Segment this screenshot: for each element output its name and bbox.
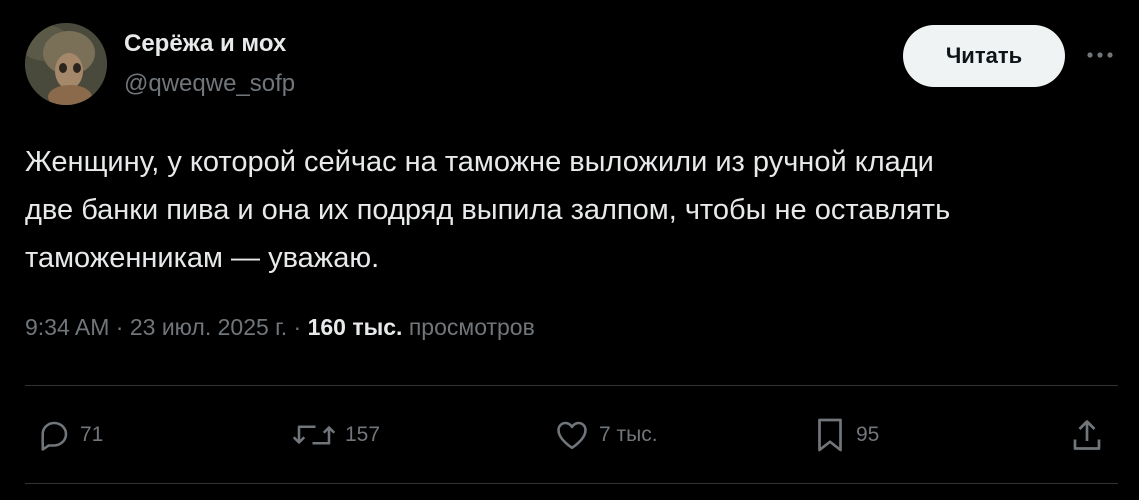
repost-icon bbox=[292, 425, 336, 445]
share-icon bbox=[1073, 420, 1101, 450]
tweet-text-line: Женщину, у которой сейчас на таможне выл… bbox=[25, 146, 934, 178]
repost-button[interactable]: 157 bbox=[291, 410, 380, 460]
user-handle[interactable]: @qweqwe_sofp bbox=[124, 70, 295, 98]
reply-button[interactable]: 71 bbox=[36, 410, 103, 460]
bookmark-icon bbox=[818, 418, 842, 452]
avatar[interactable] bbox=[25, 23, 107, 105]
bookmark-button[interactable]: 95 bbox=[812, 410, 879, 460]
like-button[interactable]: 7 тыс. bbox=[553, 410, 658, 460]
repost-count: 157 bbox=[345, 423, 381, 446]
views-count: 160 тыс. bbox=[307, 314, 403, 340]
divider bbox=[25, 385, 1118, 386]
tweet-text-line: таможенникам — уважаю. bbox=[25, 242, 380, 274]
share-button[interactable] bbox=[1069, 410, 1105, 460]
reply-icon bbox=[41, 421, 68, 451]
divider bbox=[25, 483, 1118, 484]
views-label: просмотров bbox=[402, 314, 535, 340]
meta-separator: · bbox=[109, 314, 130, 340]
meta-separator: · bbox=[287, 314, 308, 340]
timestamp-date[interactable]: 23 июл. 2025 г. bbox=[130, 314, 287, 340]
tweet-text-line: две банки пива и она их подряд выпила за… bbox=[25, 194, 951, 226]
follow-button[interactable]: Читать bbox=[903, 25, 1065, 87]
tweet: Серёжа и мох @qweqwe_sofp Читать Женщину… bbox=[0, 0, 1139, 500]
timestamp-time[interactable]: 9:34 AM bbox=[25, 314, 109, 340]
bookmark-count: 95 bbox=[856, 423, 880, 446]
action-bar: 71 157 7 тыс. 95 bbox=[0, 410, 1139, 460]
tweet-meta: 9:34 AM · 23 июл. 2025 г. · 160 тыс. про… bbox=[25, 314, 535, 341]
more-icon[interactable] bbox=[1082, 40, 1118, 70]
avatar-image bbox=[25, 23, 107, 105]
tweet-text: Женщину, у которой сейчас на таможне выл… bbox=[25, 138, 1115, 282]
display-name[interactable]: Серёжа и мох bbox=[124, 30, 286, 58]
like-count: 7 тыс. bbox=[599, 423, 658, 446]
like-icon bbox=[557, 421, 587, 450]
reply-count: 71 bbox=[80, 423, 104, 446]
